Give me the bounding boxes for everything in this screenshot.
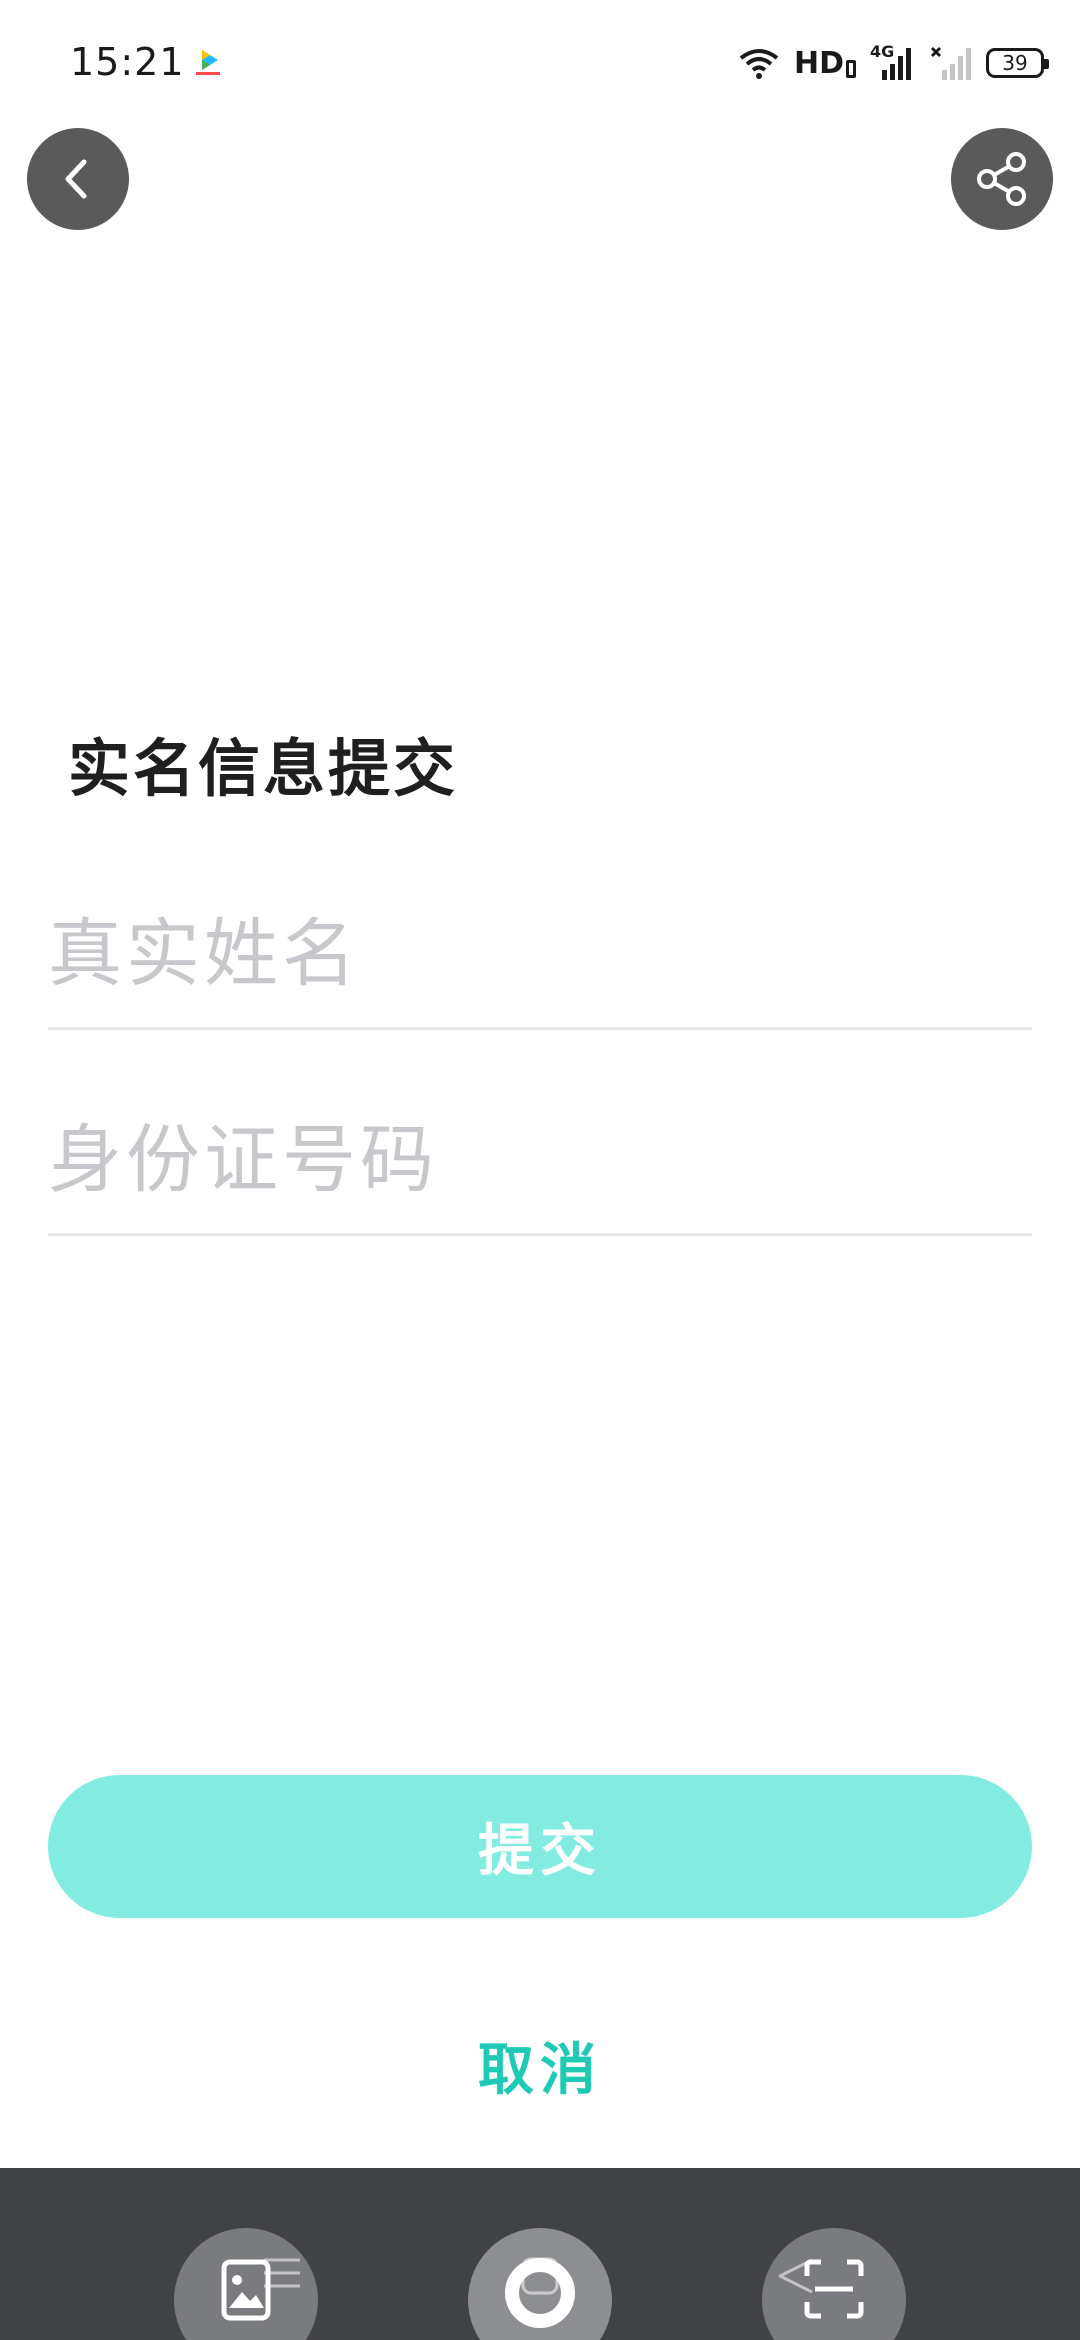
real-name-field	[48, 880, 1032, 1030]
chevron-left-icon	[65, 159, 87, 199]
back-nav-icon	[778, 2258, 813, 2294]
status-bar: 15:21 HD 4G 39	[0, 0, 1080, 120]
bottom-toolbar	[0, 2168, 1080, 2340]
menu-icon	[264, 2258, 300, 2288]
share-icon	[977, 152, 1026, 206]
video-app-notification-icon	[196, 50, 220, 75]
signal-no-sim-icon	[930, 46, 971, 80]
home-icon	[521, 2257, 559, 2295]
hd-volte-mark	[846, 59, 856, 78]
id-number-input[interactable]	[48, 1086, 1032, 1233]
id-number-field	[48, 1086, 1032, 1236]
back-button[interactable]	[27, 128, 129, 230]
wifi-icon	[739, 49, 779, 79]
app-screen: 15:21 HD 4G 39 实名信息提交 真实姓名 身份证号码 提交 取消	[0, 0, 1080, 2340]
signal-4g-icon: 4G	[870, 42, 916, 82]
battery-icon: 39	[986, 48, 1049, 78]
submit-button[interactable]: 提交	[48, 1775, 1032, 1918]
real-name-input[interactable]	[48, 880, 1032, 1027]
page-title: 实名信息提交	[68, 732, 459, 805]
hd-indicator: HD	[794, 46, 856, 81]
hd-label: HD	[793, 45, 844, 81]
cancel-button[interactable]: 取消	[440, 2020, 640, 2110]
status-icons: HD 4G 39	[738, 38, 1049, 88]
status-time: 15:21	[70, 40, 185, 84]
share-button[interactable]	[951, 128, 1053, 230]
battery-level: 39	[1002, 51, 1028, 75]
